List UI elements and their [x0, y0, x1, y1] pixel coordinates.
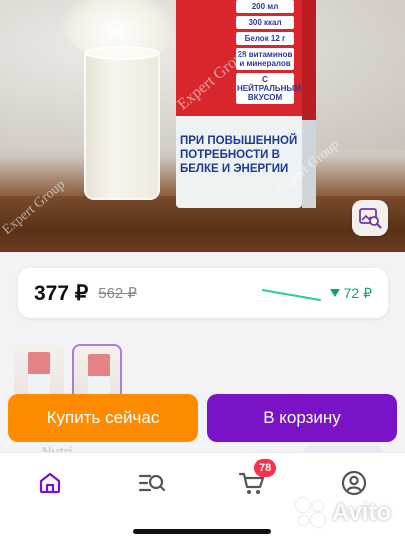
image-search-button[interactable]: [352, 200, 388, 236]
buy-now-button[interactable]: Купить сейчас: [8, 394, 198, 442]
arrow-down-icon: [329, 289, 340, 297]
price-drop-amount: 72 ₽: [343, 284, 372, 301]
price-drop: 72 ₽: [329, 268, 372, 318]
milk-glass-rim: [84, 46, 160, 60]
home-indicator[interactable]: [133, 529, 271, 534]
cart-count-badge: 78: [254, 459, 277, 477]
thumbnail-carton-panel: [28, 374, 50, 396]
tab-catalog-search[interactable]: [132, 463, 172, 503]
current-price: 377 ₽: [34, 281, 89, 305]
avito-logo-icon: [296, 498, 326, 528]
profile-icon: [341, 470, 367, 496]
tab-cart[interactable]: 78: [232, 459, 277, 503]
image-search-icon: [359, 208, 382, 229]
carton-claim: ПРИ ПОВЫШЕННОЙ ПОТРЕБНОСТИ В БЕЛКЕ И ЭНЕ…: [180, 135, 298, 175]
carton-spec-protein: Белок 12 г: [236, 32, 294, 45]
price-card[interactable]: 377 ₽ 562 ₽ 72 ₽: [18, 268, 388, 318]
product-page: 200 мл 300 ккал Белок 12 г 28 витаминов …: [0, 0, 405, 540]
action-bar: Купить сейчас В корзину: [8, 394, 397, 442]
add-to-cart-button[interactable]: В корзину: [207, 394, 397, 442]
milk-glass: [84, 52, 160, 200]
avito-watermark: Avito: [296, 498, 391, 528]
carton-spec-kcal: 300 ккал: [236, 16, 294, 29]
tab-home[interactable]: [30, 463, 70, 503]
product-photo[interactable]: 200 мл 300 ккал Белок 12 г 28 витаминов …: [0, 0, 405, 252]
tab-profile[interactable]: [334, 463, 374, 503]
catalog-search-icon: [138, 474, 166, 492]
old-price: 562 ₽: [98, 285, 137, 302]
home-icon: [39, 472, 61, 494]
price-history-sparkline: [262, 289, 321, 301]
carton-spec-volume: 200 мл: [236, 0, 294, 13]
avito-wordmark: Avito: [332, 499, 392, 526]
carton-spec-taste: С НЕЙТРАЛЬНЫМ ВКУСОМ: [236, 73, 301, 104]
